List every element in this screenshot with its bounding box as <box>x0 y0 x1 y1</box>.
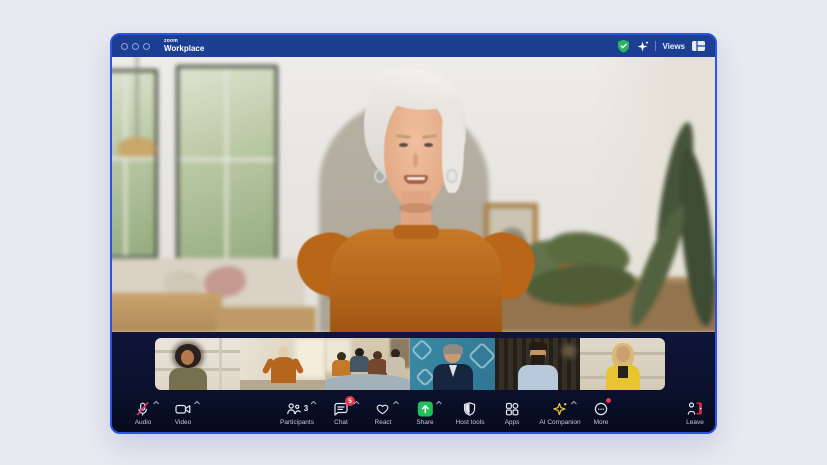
participant-thumbnail[interactable] <box>495 338 580 390</box>
chat-label: Chat <box>334 419 348 426</box>
chevron-up-icon[interactable] <box>435 400 442 405</box>
leave-label: Leave <box>686 419 704 426</box>
participant-hair <box>529 342 547 350</box>
participants-button[interactable]: 3 Participants <box>280 400 314 426</box>
main-speaker-video[interactable] <box>112 57 715 332</box>
ai-companion-button[interactable]: AI Companion <box>539 400 580 426</box>
titlebar-right-controls: Views <box>617 39 706 53</box>
neck-shadow <box>399 203 433 213</box>
zoom-workplace-logo: zoom Workplace <box>164 39 204 53</box>
share-label: Share <box>416 419 433 426</box>
more-notification-dot <box>606 398 611 403</box>
leave-button[interactable]: Leave <box>686 400 704 426</box>
maximize-window-button[interactable] <box>143 43 150 50</box>
participant-inner-top <box>618 366 628 378</box>
smiley-icon <box>593 400 609 417</box>
hoop-earring <box>446 169 458 183</box>
participants-icon: 3 <box>286 400 308 417</box>
ai-companion-label: AI Companion <box>539 419 580 426</box>
apps-icon <box>504 400 520 417</box>
participant-count: 3 <box>304 404 308 413</box>
participant-thumbnail[interactable] <box>580 338 665 390</box>
heart-icon <box>375 400 391 417</box>
meeting-toolbar: Audio Video 3 Participants 5 Chat <box>112 396 715 432</box>
sparkle-icon[interactable] <box>636 40 649 53</box>
participant-thumbnail[interactable] <box>410 338 495 390</box>
leave-door-icon <box>686 400 704 417</box>
participant-torso <box>386 357 405 373</box>
video-label: Video <box>175 419 192 426</box>
top-collar <box>393 225 439 239</box>
participant-torso <box>518 365 558 390</box>
chevron-up-icon[interactable] <box>393 400 400 405</box>
audio-label: Audio <box>135 419 152 426</box>
grid-view-icon[interactable] <box>691 39 706 53</box>
hoop-earring <box>374 169 386 183</box>
zoom-meeting-window: zoom Workplace Views <box>110 33 717 434</box>
minimize-window-button[interactable] <box>132 43 139 50</box>
ai-sparkle-icon <box>551 400 568 417</box>
speaker-figure <box>112 57 715 332</box>
participant-thumbnail[interactable] <box>155 338 240 390</box>
more-label: More <box>594 419 609 426</box>
share-screen-icon <box>417 400 433 417</box>
host-tools-button[interactable]: Host tools <box>456 400 485 426</box>
apps-label: Apps <box>505 419 520 426</box>
participants-label: Participants <box>280 419 314 426</box>
participant-filmstrip <box>155 338 665 390</box>
hexagon-decor <box>415 367 435 387</box>
react-button[interactable]: React <box>375 400 392 426</box>
shield-check-icon[interactable] <box>617 39 630 53</box>
chevron-up-icon[interactable] <box>353 400 360 405</box>
participant-torso <box>350 356 369 372</box>
speaker-eye <box>424 143 433 147</box>
participant-face <box>616 346 630 362</box>
participant-torso <box>332 360 351 376</box>
apps-button[interactable]: Apps <box>504 400 520 426</box>
chat-bubble-icon: 5 <box>333 400 349 417</box>
titlebar-divider <box>655 41 656 51</box>
shelf-decor <box>219 338 222 390</box>
speaker-eye <box>399 143 408 147</box>
conference-table <box>325 374 410 390</box>
speaker-smile <box>407 177 425 180</box>
participant-torso <box>271 357 296 383</box>
video-button[interactable]: Video <box>175 400 192 426</box>
camera-icon <box>175 400 192 417</box>
chevron-up-icon[interactable] <box>310 400 317 405</box>
window-controls <box>121 43 150 50</box>
chevron-up-icon[interactable] <box>570 400 577 405</box>
shield-icon <box>462 400 478 417</box>
more-button[interactable]: More <box>593 400 609 426</box>
participant-thumbnail[interactable] <box>325 338 410 390</box>
microphone-muted-icon <box>135 400 151 417</box>
host-tools-label: Host tools <box>456 419 485 426</box>
speaker-nose <box>413 153 418 167</box>
participant-face <box>181 350 194 365</box>
hexagon-decor <box>468 342 495 370</box>
speaker-orange-top <box>330 229 502 332</box>
workplace-logo-text: Workplace <box>164 45 204 53</box>
participant-torso <box>368 359 387 375</box>
chat-button[interactable]: 5 Chat <box>333 400 349 426</box>
close-window-button[interactable] <box>121 43 128 50</box>
hexagon-decor <box>411 339 434 362</box>
views-label: Views <box>662 42 685 51</box>
participant-hair <box>443 344 463 354</box>
participant-torso <box>169 368 207 390</box>
chevron-up-icon[interactable] <box>153 400 160 405</box>
chevron-up-icon[interactable] <box>194 400 201 405</box>
react-label: React <box>375 419 392 426</box>
lamp-glow <box>562 344 576 358</box>
window-titlebar: zoom Workplace Views <box>112 35 715 57</box>
share-button[interactable]: Share <box>416 400 433 426</box>
participant-thumbnail[interactable] <box>240 338 325 390</box>
audio-button[interactable]: Audio <box>135 400 152 426</box>
